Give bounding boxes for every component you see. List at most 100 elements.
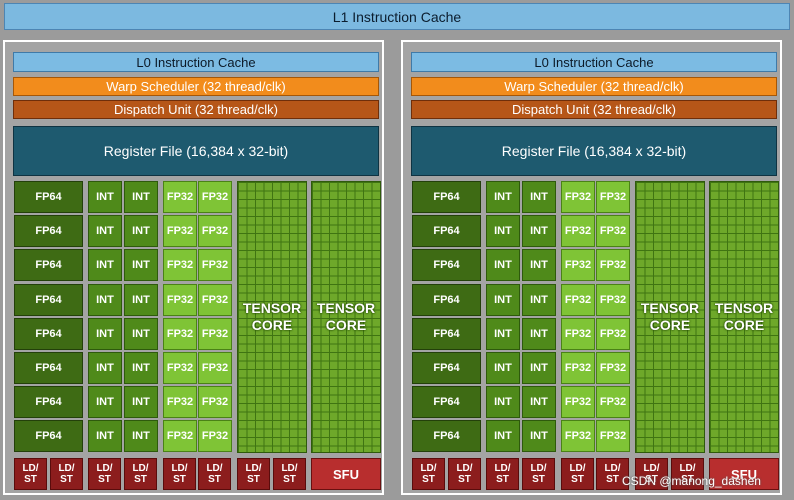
fp64-unit: FP64	[14, 181, 83, 213]
int-unit: INT	[124, 283, 158, 316]
int-unit: INT	[88, 181, 122, 213]
int-unit: INT	[522, 352, 556, 384]
int-unit: INT	[88, 352, 122, 384]
tensor-core: TENSOR CORE	[237, 181, 307, 453]
fp32-unit: FP32	[561, 386, 595, 419]
fp32-unit: FP32	[561, 215, 595, 248]
int-unit: INT	[88, 283, 122, 316]
l0-instruction-cache: L0 Instruction Cache	[411, 52, 777, 72]
fp64-unit: FP64	[412, 249, 481, 282]
tensor-core-label: TENSOR CORE	[714, 299, 774, 333]
int-unit: INT	[522, 283, 556, 316]
tensor-core-label: TENSOR CORE	[242, 299, 302, 333]
tensor-core: TENSOR CORE	[311, 181, 381, 453]
int-unit: INT	[88, 420, 122, 453]
fp32-unit: FP32	[596, 386, 630, 419]
fp32-unit: FP32	[596, 283, 630, 316]
int-unit: INT	[88, 317, 122, 350]
fp64-unit: FP64	[412, 317, 481, 350]
tensor-core: TENSOR CORE	[709, 181, 779, 453]
ldst-unit: LD/ ST	[88, 458, 121, 490]
ldst-unit: LD/ ST	[273, 458, 306, 490]
fp32-unit: FP32	[198, 420, 232, 453]
fp32-unit: FP32	[163, 317, 197, 350]
fp32-unit: FP32	[198, 352, 232, 384]
int-unit: INT	[522, 181, 556, 213]
ldst-unit: LD/ ST	[124, 458, 157, 490]
int-unit: INT	[522, 317, 556, 350]
fp32-unit: FP32	[596, 420, 630, 453]
fp64-unit: FP64	[14, 317, 83, 350]
tensor-core: TENSOR CORE	[635, 181, 705, 453]
int-unit: INT	[486, 215, 520, 248]
int-unit: INT	[124, 215, 158, 248]
l0-instruction-cache: L0 Instruction Cache	[13, 52, 379, 72]
tensor-core-label: TENSOR CORE	[316, 299, 376, 333]
fp64-unit: FP64	[14, 352, 83, 384]
tensor-core-label: TENSOR CORE	[640, 299, 700, 333]
fp64-unit: FP64	[14, 249, 83, 282]
int-unit: INT	[486, 283, 520, 316]
ldst-unit: LD/ ST	[412, 458, 445, 490]
fp32-unit: FP32	[198, 215, 232, 248]
ldst-unit: LD/ ST	[237, 458, 270, 490]
int-unit: INT	[522, 386, 556, 419]
int-unit: INT	[486, 352, 520, 384]
int-unit: INT	[486, 386, 520, 419]
sm-partition-right: L0 Instruction Cache Warp Scheduler (32 …	[401, 40, 782, 495]
ldst-unit: LD/ ST	[522, 458, 555, 490]
int-unit: INT	[124, 317, 158, 350]
fp32-unit: FP32	[163, 283, 197, 316]
fp32-unit: FP32	[561, 420, 595, 453]
warp-scheduler: Warp Scheduler (32 thread/clk)	[13, 77, 379, 96]
fp32-unit: FP32	[561, 317, 595, 350]
int-unit: INT	[486, 420, 520, 453]
fp32-unit: FP32	[561, 283, 595, 316]
register-file: Register File (16,384 x 32-bit)	[411, 126, 777, 176]
fp32-unit: FP32	[198, 283, 232, 316]
fp32-unit: FP32	[596, 249, 630, 282]
int-unit: INT	[522, 420, 556, 453]
ldst-unit: LD/ ST	[448, 458, 481, 490]
ldst-unit: LD/ ST	[198, 458, 231, 490]
dispatch-unit: Dispatch Unit (32 thread/clk)	[411, 100, 777, 119]
ldst-unit: LD/ ST	[163, 458, 196, 490]
int-unit: INT	[124, 386, 158, 419]
fp32-unit: FP32	[163, 181, 197, 213]
fp32-unit: FP32	[596, 317, 630, 350]
sfu-unit: SFU	[311, 458, 381, 490]
fp32-unit: FP32	[163, 249, 197, 282]
int-unit: INT	[124, 249, 158, 282]
int-unit: INT	[486, 249, 520, 282]
int-unit: INT	[124, 181, 158, 213]
fp32-unit: FP32	[198, 249, 232, 282]
fp32-unit: FP32	[198, 386, 232, 419]
fp32-unit: FP32	[561, 181, 595, 213]
fp32-unit: FP32	[596, 215, 630, 248]
fp32-unit: FP32	[163, 215, 197, 248]
int-unit: INT	[124, 352, 158, 384]
fp32-unit: FP32	[561, 249, 595, 282]
warp-scheduler: Warp Scheduler (32 thread/clk)	[411, 77, 777, 96]
fp64-unit: FP64	[412, 386, 481, 419]
ldst-unit: LD/ ST	[561, 458, 594, 490]
ldst-unit: LD/ ST	[486, 458, 519, 490]
fp32-unit: FP32	[198, 317, 232, 350]
fp64-unit: FP64	[412, 215, 481, 248]
int-unit: INT	[88, 386, 122, 419]
int-unit: INT	[88, 215, 122, 248]
int-unit: INT	[486, 181, 520, 213]
int-unit: INT	[486, 317, 520, 350]
fp64-unit: FP64	[14, 283, 83, 316]
fp32-unit: FP32	[198, 181, 232, 213]
fp64-unit: FP64	[412, 420, 481, 453]
l1-instruction-cache: L1 Instruction Cache	[4, 3, 790, 30]
sm-partition-left: L0 Instruction Cache Warp Scheduler (32 …	[3, 40, 384, 495]
fp32-unit: FP32	[596, 352, 630, 384]
fp64-unit: FP64	[412, 283, 481, 316]
watermark: CSDN @manong_dashen	[622, 474, 761, 488]
fp64-unit: FP64	[14, 215, 83, 248]
fp64-unit: FP64	[14, 420, 83, 453]
int-unit: INT	[88, 249, 122, 282]
fp64-unit: FP64	[412, 352, 481, 384]
